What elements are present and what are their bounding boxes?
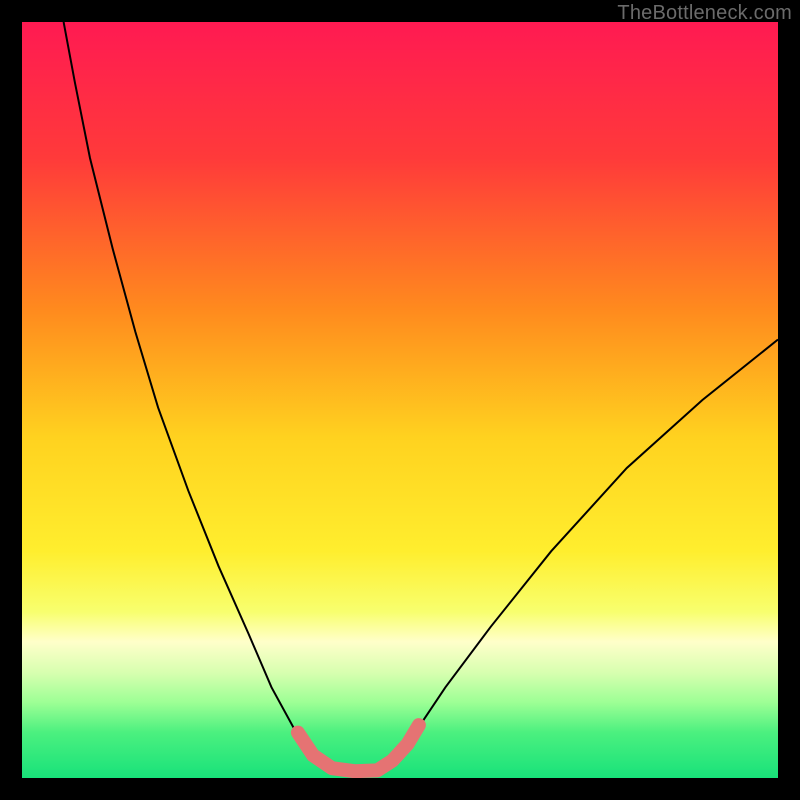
gradient-background [22, 22, 778, 778]
chart-svg [22, 22, 778, 778]
plot-area [22, 22, 778, 778]
chart-frame: TheBottleneck.com [0, 0, 800, 800]
watermark-text: TheBottleneck.com [617, 2, 792, 25]
